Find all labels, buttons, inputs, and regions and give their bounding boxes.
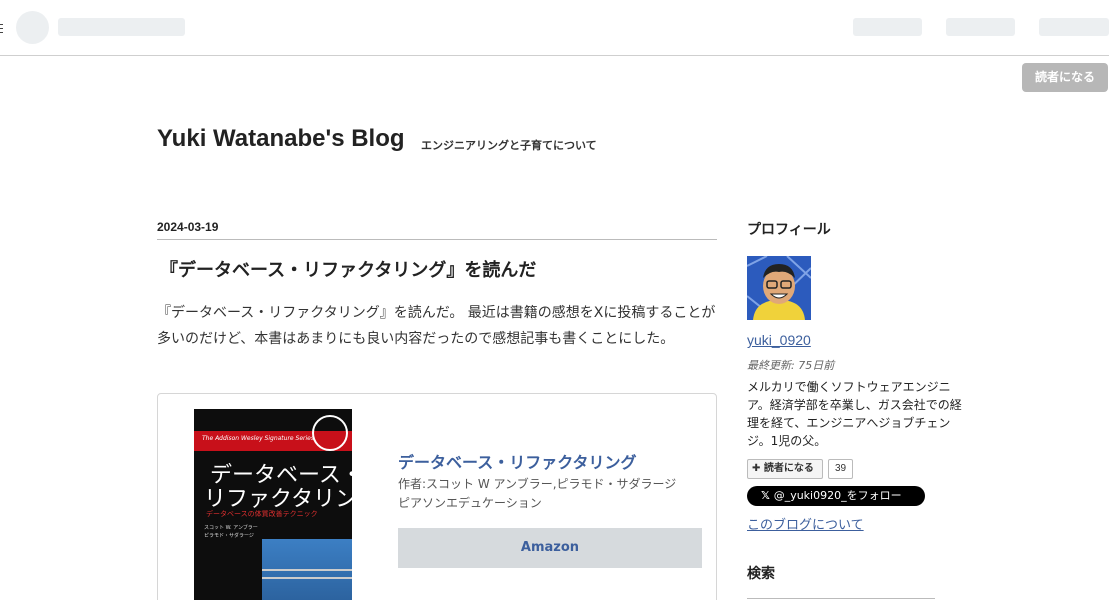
x-logo-icon: 𝕏 (761, 489, 774, 502)
amazon-embed-card: The Addison Wesley Signature Series データベ… (157, 393, 717, 600)
x-follow-label: @_yuki0920_をフォロー (773, 489, 902, 502)
entry-date[interactable]: 2024-03-19 (157, 220, 218, 234)
blog-title[interactable]: Yuki Watanabe's Blog (157, 125, 405, 153)
nav-link-placeholder[interactable] (853, 18, 922, 36)
follower-count: 39 (828, 459, 853, 479)
cover-subtitle: データベースの体質改善テクニック (206, 510, 318, 518)
book-title-link[interactable]: データベース・リファクタリング (398, 449, 637, 473)
cover-series: The Addison Wesley Signature Series (202, 435, 314, 442)
cover-authors: スコット W. アンブラー ピラモド・サダラージ (204, 525, 258, 539)
entry-title[interactable]: 『データベース・リファクタリング』を読んだ (160, 256, 536, 282)
nav-title-placeholder (58, 18, 185, 36)
book-cover-image[interactable]: The Addison Wesley Signature Series データベ… (194, 409, 352, 600)
profile-heading: プロフィール (747, 222, 831, 238)
x-follow-button[interactable]: 𝕏 @_yuki0920_をフォロー (747, 486, 925, 506)
cover-seal (312, 415, 348, 451)
blog-description: エンジニアリングと子育てについて (421, 139, 597, 152)
menu-icon[interactable] (0, 24, 3, 33)
search-heading: 検索 (747, 566, 775, 582)
divider (157, 239, 717, 240)
entry-body: 『データベース・リファクタリング』を読んだ。 最近は書籍の感想をXに投稿すること… (157, 305, 716, 347)
about-blog-link[interactable]: このブログについて (747, 514, 864, 533)
search-input[interactable] (747, 598, 935, 599)
book-author: 作者:スコット W アンブラー,ピラモド・サダラージ (398, 477, 677, 491)
cover-bridge (262, 569, 352, 579)
plus-icon: ✚ (752, 463, 764, 474)
nav-link-placeholder[interactable] (1039, 18, 1109, 36)
subscribe-button[interactable]: 読者になる (1022, 63, 1108, 92)
nav-avatar-placeholder[interactable] (16, 11, 49, 44)
avatar[interactable] (747, 256, 811, 320)
profile-username-link[interactable]: yuki_0920 (747, 332, 811, 348)
book-meta: 作者:スコット W アンブラー,ピラモド・サダラージ ピアソンエデュケーション (398, 475, 698, 513)
nav-link-placeholder[interactable] (946, 18, 1015, 36)
last-updated: 最終更新: 75日前 (747, 359, 835, 372)
follow-label: 読者になる (763, 463, 814, 474)
profile-description: メルカリで働くソフトウェアエンジニア。経済学部を卒業し、ガス会社での経理を経て、… (747, 380, 962, 448)
amazon-button[interactable]: Amazon (398, 528, 702, 568)
follow-button[interactable]: ✚ 読者になる (747, 459, 823, 479)
top-navbar (0, 0, 1109, 56)
book-publisher: ピアソンエデュケーション (398, 496, 542, 510)
